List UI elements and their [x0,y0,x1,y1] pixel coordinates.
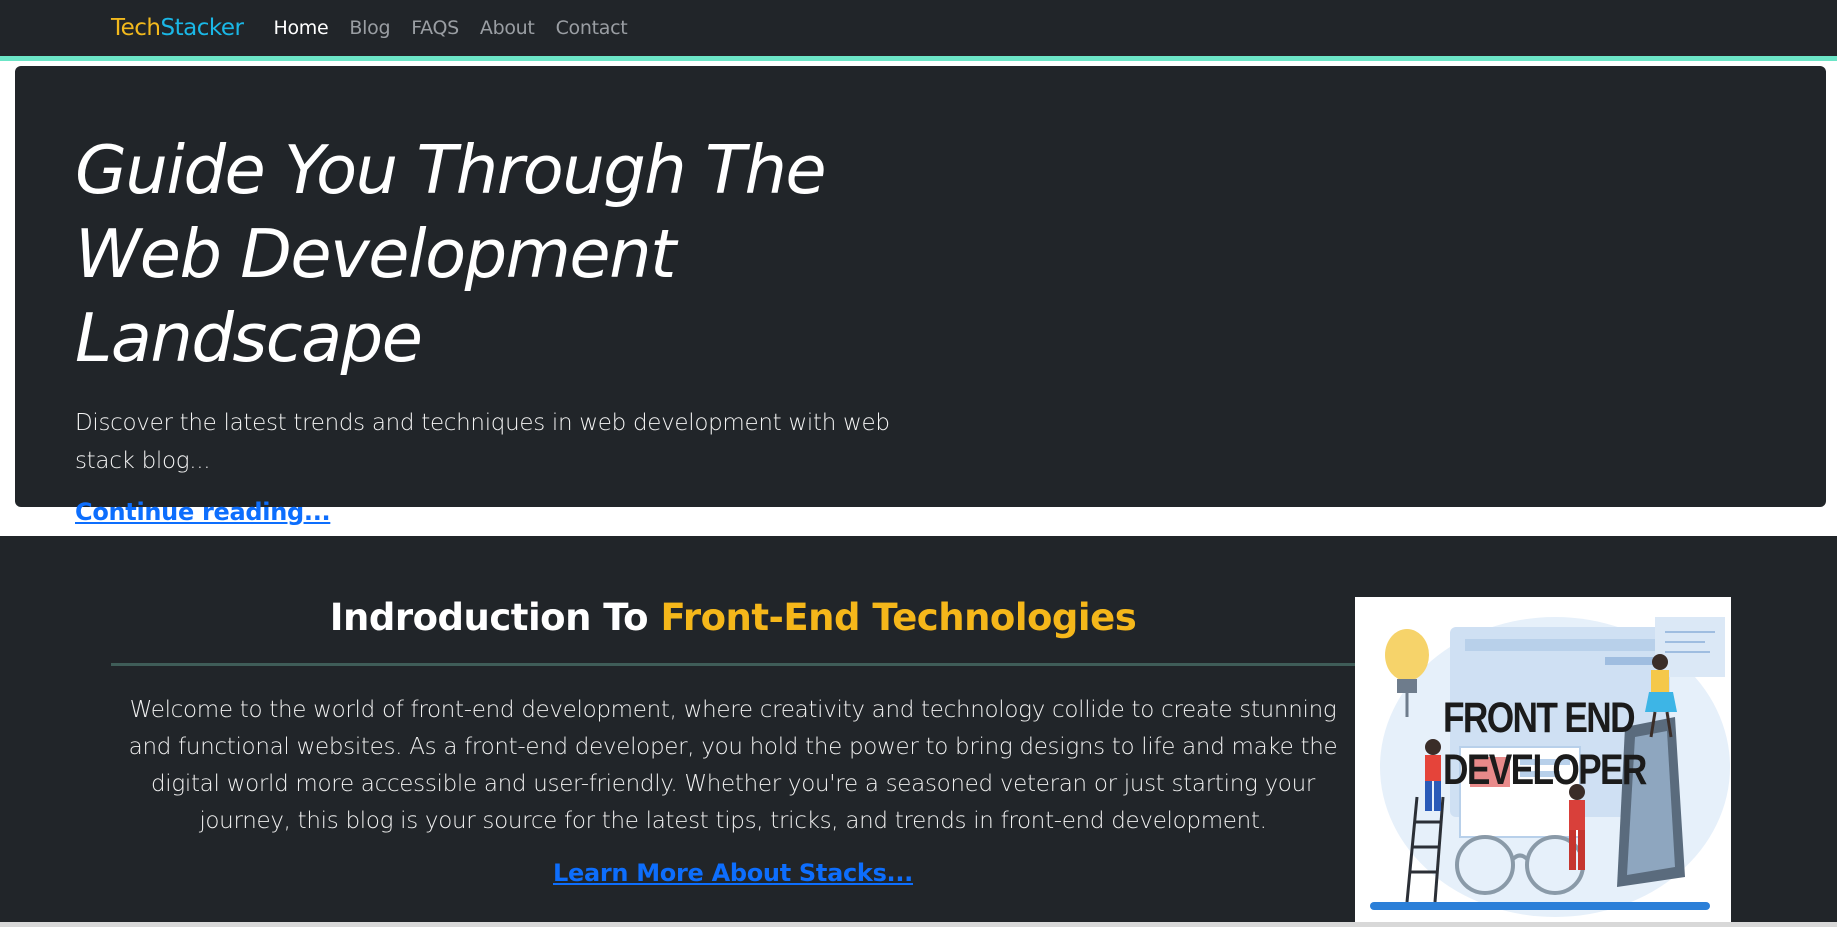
hero-banner: Guide You Through The Web Development La… [15,66,1826,526]
page-bottom-edge [0,922,1837,927]
intro-title: Indroduction To Front-End Technologies [111,595,1355,641]
brand-part-stacker: Stacker [160,15,244,41]
nav-link-contact[interactable]: Contact [556,17,628,39]
nav-link-faqs[interactable]: FAQS [411,17,459,39]
nav-link-home[interactable]: Home [273,17,328,39]
hero-title: Guide You Through The Web Development La… [75,131,827,377]
hero-lead-text: Discover the latest trends and technique… [75,410,890,474]
nav-link-about[interactable]: About [480,17,535,39]
intro-title-highlight: Front-End Technologies [660,596,1137,639]
brand-part-tech: Tech [111,15,161,41]
illustration-caption-line1: FRONT END [1443,694,1636,742]
nav-links: Home Blog FAQS About Contact [273,17,648,39]
intro-body-text: Welcome to the world of front-end develo… [128,697,1338,834]
brand-logo[interactable]: TechStacker [111,15,244,41]
illustration-caption: FRONT END DEVELOPER [1443,692,1647,796]
illustration-caption-line2: DEVELOPER [1443,746,1647,794]
nav-link-blog[interactable]: Blog [349,17,390,39]
intro-content: Indroduction To Front-End Technologies W… [111,595,1355,887]
top-navbar: TechStacker Home Blog FAQS About Contact [0,0,1837,61]
continue-reading-link[interactable]: Continue reading... [75,498,331,526]
section-divider [111,663,1355,666]
intro-title-plain: Indroduction To [329,596,649,639]
learn-more-link[interactable]: Learn More About Stacks... [553,859,913,887]
front-end-developer-illustration: FRONT END DEVELOPER [1355,597,1731,927]
